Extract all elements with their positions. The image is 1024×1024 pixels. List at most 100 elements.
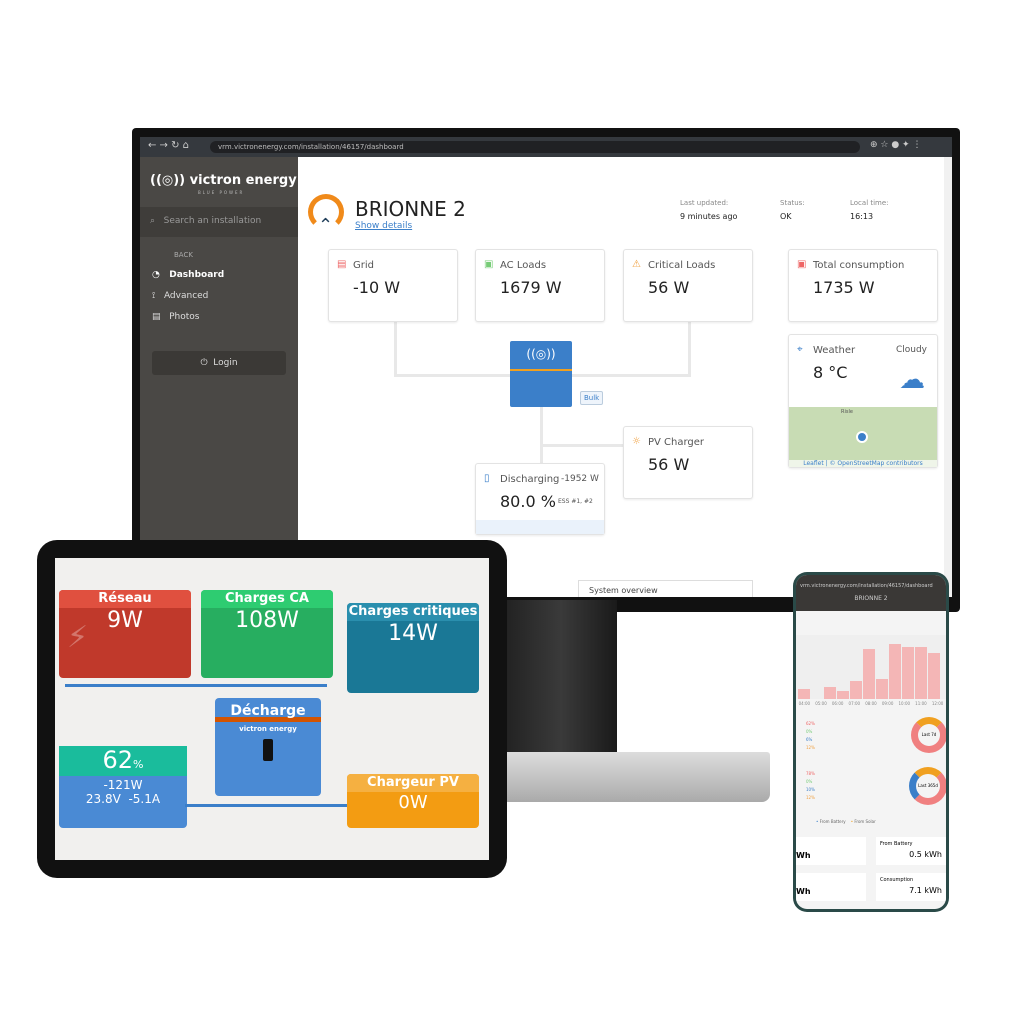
map[interactable]: Risle Leaflet | © OpenStreetMap contribut… — [789, 407, 937, 467]
hour-axis: 04:00 05:00 06:00 07:00 08:00 09:00 10:00 11:00… — [798, 701, 944, 706]
local-time-label: Local time: — [850, 199, 889, 207]
card-label: AC Loads — [500, 260, 547, 271]
connection-line — [65, 684, 327, 687]
browser-toolbar: ← → ↻ ⌂ vrm.victronenergy.com/installati… — [140, 137, 952, 157]
battery-soc: 80.0 % — [500, 492, 556, 511]
tablet-grid-box[interactable]: Réseau 9W ⚡ — [59, 590, 191, 678]
box-label: Charges CA — [201, 590, 333, 608]
chart-bar — [876, 679, 888, 699]
sun-icon: ☼ — [632, 436, 641, 447]
back-link[interactable]: BACK — [174, 251, 193, 259]
battery-card[interactable]: ▯ Discharging -1952 W 80.0 % ESS #1, #2 — [475, 463, 605, 535]
card-label: PV Charger — [648, 437, 705, 448]
tablet-battery-box[interactable]: 62% -121W 23.8V -5.1A — [59, 746, 187, 828]
chart-bar — [863, 649, 875, 699]
soc-bar — [476, 520, 604, 534]
sidebar-item-advanced[interactable]: ⟟ Advanced — [152, 291, 208, 301]
consumption-icon: ▣ — [797, 259, 807, 270]
address-bar[interactable]: vrm.victronenergy.com/installation/46157… — [210, 141, 860, 153]
tablet-pv-box[interactable]: Chargeur PV 0W — [347, 774, 479, 828]
switch-icon[interactable] — [263, 739, 273, 761]
phone-tile-from-battery[interactable]: From Battery 0.5 kWh — [876, 837, 946, 865]
phone-legend: • From Battery • From Solar — [816, 819, 876, 824]
tablet-inverter-box[interactable]: Décharge victron energy — [215, 698, 321, 796]
battery-power: -121W — [103, 778, 143, 792]
inverter-brand: victron energy — [239, 725, 297, 733]
warning-icon: ⚠ — [632, 259, 641, 270]
login-button[interactable]: ⏻ Login — [152, 351, 286, 375]
status-label: Status: — [780, 199, 805, 207]
box-value: 14W — [388, 621, 438, 646]
battery-current: -5.1A — [128, 792, 161, 806]
outlet-icon: ▣ — [484, 259, 494, 270]
phone: vrm.victronenergy.com/installation/46157… — [793, 572, 949, 912]
sidebar-item-dashboard[interactable]: ◔ Dashboard — [152, 270, 224, 280]
phone-tile[interactable]: Wh — [796, 837, 866, 865]
map-marker-icon — [856, 431, 868, 443]
inverter-state-badge: Bulk — [580, 391, 604, 405]
inverter-unit[interactable]: ((◎)) — [510, 341, 572, 407]
nav-arrows-icon[interactable]: ← → ↻ ⌂ — [148, 140, 189, 151]
box-label: Réseau — [59, 590, 191, 608]
chart-bar — [915, 647, 927, 699]
card-label: Total consumption — [813, 260, 905, 271]
show-details-link[interactable]: Show details — [355, 221, 412, 231]
card-label: Grid — [353, 260, 374, 271]
chart-bar — [837, 691, 849, 699]
card-label: Discharging — [500, 474, 560, 485]
weather-condition: Cloudy — [895, 345, 927, 355]
pv-charger-card[interactable]: ☼ PV Charger 56 W — [623, 426, 753, 499]
box-label: Décharge — [215, 698, 321, 722]
phone-tile-consumption[interactable]: Consumption 7.1 kWh — [876, 873, 946, 901]
local-time-value: 16:13 — [850, 212, 874, 221]
victron-logo-icon: ((◎)) — [510, 341, 572, 371]
chart-bar — [850, 681, 862, 699]
box-value: 108W — [235, 608, 299, 633]
map-place-label: Risle — [841, 409, 853, 415]
card-value: 56 W — [648, 455, 690, 474]
grid-card[interactable]: ▤ Grid -10 W — [328, 249, 458, 322]
chart-bar — [928, 653, 940, 699]
box-label: Charges critiques — [347, 603, 479, 621]
donut2-legend: 78% 0% 10% 12% — [806, 771, 815, 800]
ac-loads-card[interactable]: ▣ AC Loads 1679 W — [475, 249, 605, 322]
phone-tile[interactable]: Wh — [796, 873, 866, 901]
card-value: 1735 W — [813, 278, 875, 297]
weather-card[interactable]: ⌖ Weather Cloudy 8 °C ☁ Risle Leaflet | © Open… — [788, 334, 938, 468]
battery-power: -1952 W — [561, 474, 599, 484]
donut-chart-7d: Last 7d — [911, 717, 946, 753]
last-updated-label: Last updated: — [680, 199, 729, 207]
battery-voltage: 23.8V — [85, 792, 121, 806]
cloud-icon: ☁ — [899, 365, 925, 395]
total-consumption-card[interactable]: ▣ Total consumption 1735 W — [788, 249, 938, 322]
battery-icon: ▯ — [484, 473, 490, 484]
battery-soc: 62 — [102, 746, 134, 774]
extension-icons[interactable]: ⊕ ☆ ● ✦ ⋮ — [870, 140, 921, 150]
pylon-icon: ⚡ — [67, 620, 89, 655]
monitor-base — [500, 752, 770, 802]
grid-icon: ▤ — [337, 259, 347, 270]
house-icon: ⌃ — [318, 215, 334, 236]
tablet-ac-box[interactable]: Charges CA 108W — [201, 590, 333, 678]
card-label: Critical Loads — [648, 260, 716, 271]
card-value: -10 W — [353, 278, 401, 297]
tablet: Réseau 9W ⚡ Charges CA 108W Charges critiqu… — [37, 540, 507, 878]
soc-unit: % — [133, 758, 144, 771]
phone-screen: vrm.victronenergy.com/installation/46157… — [796, 575, 946, 909]
search-input[interactable]: ⌕ Search an installation — [140, 207, 298, 237]
view-select[interactable]: System overview — [578, 580, 753, 597]
tablet-screen: Réseau 9W ⚡ Charges CA 108W Charges critiqu… — [55, 558, 489, 860]
phone-url[interactable]: vrm.victronenergy.com/installation/46157… — [800, 583, 942, 589]
sidebar-item-photos[interactable]: ▤ Photos — [152, 312, 199, 322]
box-label: Chargeur PV — [347, 774, 479, 792]
chart-bar — [902, 647, 914, 699]
scrollbar[interactable] — [944, 157, 952, 597]
page-title: BRIONNE 2 — [355, 197, 466, 221]
weather-label: Weather — [813, 345, 856, 356]
card-value: 56 W — [648, 278, 690, 297]
critical-loads-card[interactable]: ⚠ Critical Loads 56 W — [623, 249, 753, 322]
map-attribution[interactable]: Leaflet | © OpenStreetMap contributors — [789, 460, 937, 467]
temperature: 8 °C — [813, 363, 848, 382]
phone-bar-chart — [796, 635, 946, 699]
tablet-critical-box[interactable]: Charges critiques 14W — [347, 603, 479, 693]
